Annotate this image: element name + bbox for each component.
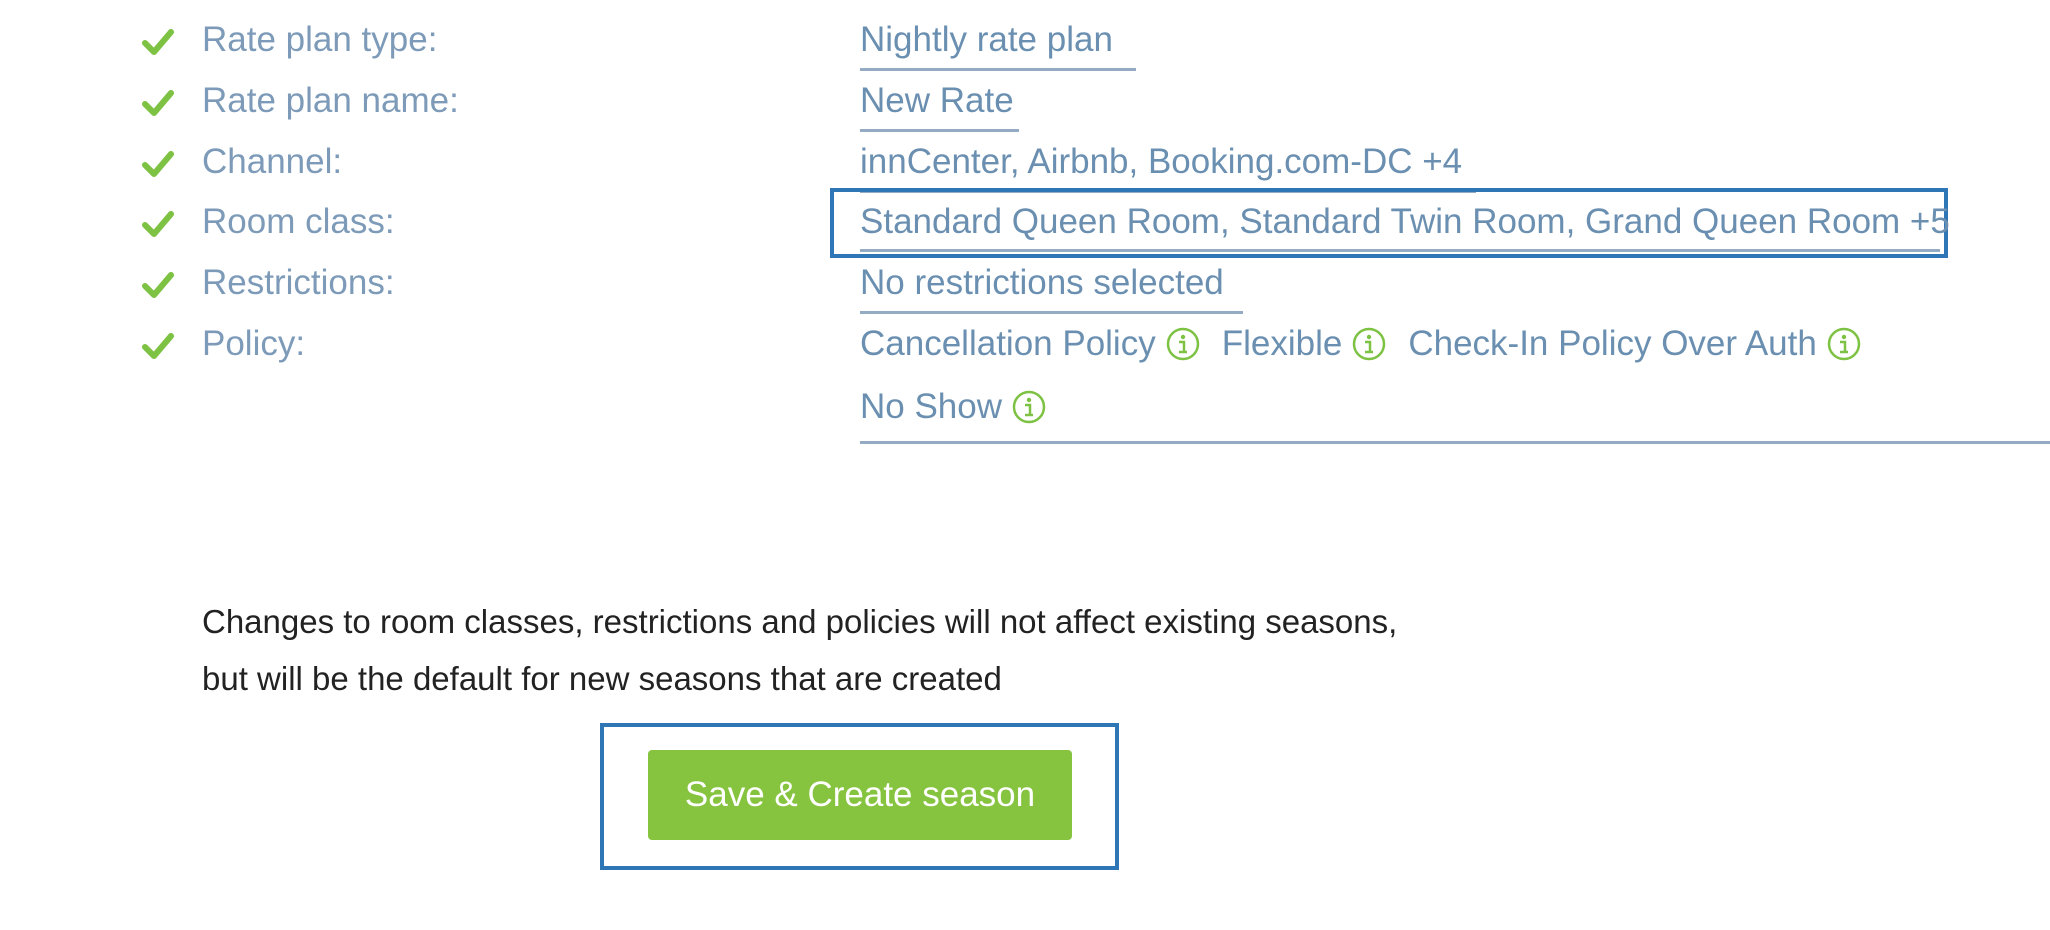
policy-check-in-over-auth[interactable]: Check-In Policy Over Auth <box>1408 322 1817 366</box>
room-class-value[interactable]: Standard Queen Room, Standard Twin Room,… <box>860 200 1950 244</box>
rate-plan-type-underline <box>860 68 1136 71</box>
rate-plan-summary-page: Rate plan type: Nightly rate plan Rate p… <box>0 0 2050 930</box>
policy-underline <box>860 441 2050 444</box>
summary-row-restrictions: Restrictions: No restrictions selected <box>0 255 2050 315</box>
check-icon <box>142 90 174 116</box>
info-icon[interactable] <box>1166 327 1200 361</box>
policy-label: Policy: <box>202 324 306 363</box>
save-create-season-button[interactable]: Save & Create season <box>648 750 1072 840</box>
rate-plan-name-value[interactable]: New Rate <box>860 79 1014 123</box>
summary-row-rate-plan-type: Rate plan type: Nightly rate plan <box>0 12 2050 72</box>
summary-row-channel: Channel: innCenter, Airbnb, Booking.com-… <box>0 134 2050 194</box>
rate-plan-name-label: Rate plan name: <box>202 81 459 120</box>
rate-plan-type-value[interactable]: Nightly rate plan <box>860 18 1113 62</box>
check-icon <box>142 29 174 55</box>
policy-list: Cancellation Policy Flexible Check-In Po… <box>860 322 1883 366</box>
channel-value[interactable]: innCenter, Airbnb, Booking.com-DC +4 <box>860 140 1462 184</box>
policy-no-show[interactable]: No Show <box>860 385 1002 429</box>
note-line-1: Changes to room classes, restrictions an… <box>202 603 1398 640</box>
check-icon <box>142 272 174 298</box>
check-icon <box>142 333 174 359</box>
info-icon[interactable] <box>1352 327 1386 361</box>
note-line-2: but will be the default for new seasons … <box>202 660 1002 697</box>
info-icon[interactable] <box>1012 390 1046 424</box>
room-class-underline <box>860 249 1940 252</box>
policy-list-continued: No Show <box>860 385 1068 429</box>
restrictions-underline <box>860 311 1243 314</box>
restrictions-label: Restrictions: <box>202 263 395 302</box>
summary-row-room-class: Room class: Standard Queen Room, Standar… <box>0 194 2050 254</box>
rate-plan-name-underline <box>860 129 1019 132</box>
rate-plan-type-label: Rate plan type: <box>202 20 438 59</box>
channel-label: Channel: <box>202 142 343 181</box>
policy-cancellation[interactable]: Cancellation Policy <box>860 322 1156 366</box>
restrictions-value[interactable]: No restrictions selected <box>860 261 1224 305</box>
summary-row-rate-plan-name: Rate plan name: New Rate <box>0 73 2050 133</box>
room-class-label: Room class: <box>202 202 395 241</box>
info-icon[interactable] <box>1827 327 1861 361</box>
check-icon <box>142 211 174 237</box>
policy-flexible[interactable]: Flexible <box>1222 322 1343 366</box>
check-icon <box>142 151 174 177</box>
